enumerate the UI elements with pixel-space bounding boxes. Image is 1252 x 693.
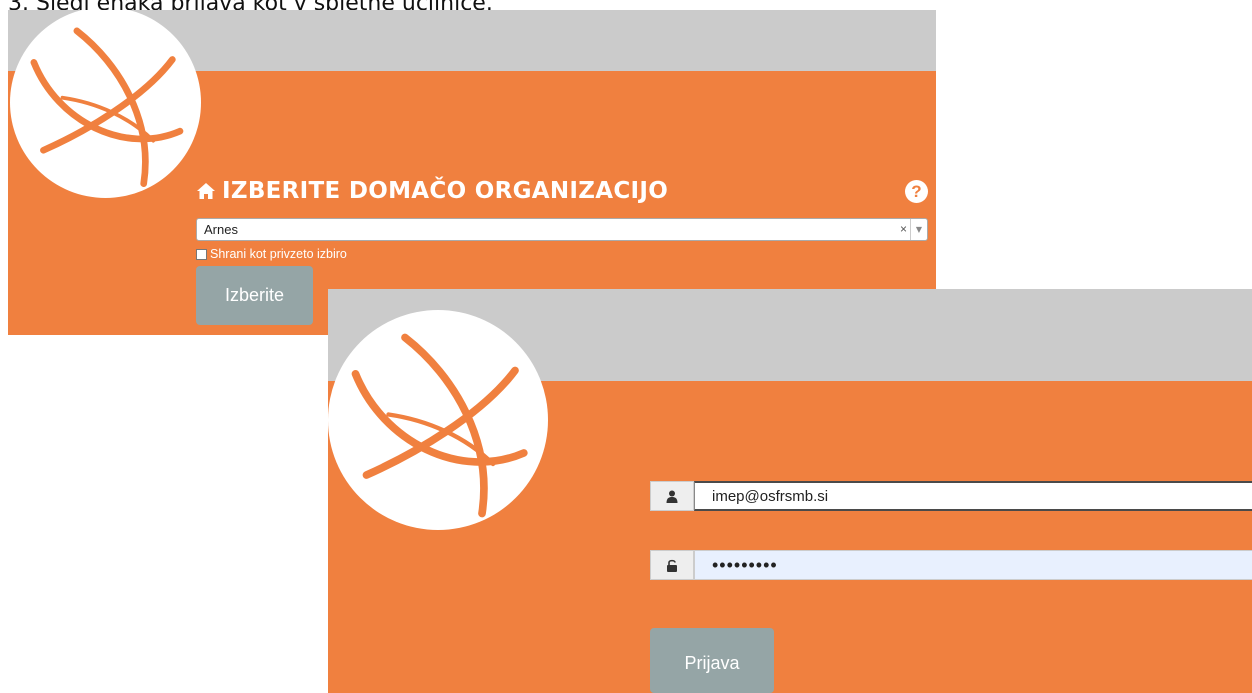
password-input[interactable]: ••••••••• <box>694 550 1252 580</box>
organization-select[interactable]: Arnes × ▼ <box>196 218 928 241</box>
select-button[interactable]: Izberite <box>196 266 313 325</box>
username-input[interactable]: imep@osfrsmb.si <box>694 481 1252 511</box>
remember-checkbox[interactable] <box>196 248 207 260</box>
star-arcs-logo-icon <box>351 333 528 518</box>
remember-choice[interactable]: Shrani kot privzeto izbiro <box>196 247 347 261</box>
page-title-text: IZBERITE DOMAČO ORGANIZACIJO <box>222 178 669 204</box>
logo-circle <box>10 10 201 198</box>
org-select-panel: IZBERITE DOMAČO ORGANIZACIJO ? Arnes × ▼… <box>8 10 936 335</box>
logo-circle <box>328 310 548 530</box>
chevron-down-icon[interactable]: ▼ <box>910 219 927 240</box>
page-title: IZBERITE DOMAČO ORGANIZACIJO <box>196 178 668 204</box>
username-addon <box>650 481 694 511</box>
star-arcs-logo-icon <box>30 27 184 188</box>
help-icon[interactable]: ? <box>905 180 928 203</box>
username-group: imep@osfrsmb.si <box>650 481 1252 511</box>
remember-label: Shrani kot privzeto izbiro <box>210 247 347 261</box>
login-button[interactable]: Prijava <box>650 628 774 693</box>
home-icon <box>197 183 215 199</box>
user-icon <box>666 490 678 503</box>
password-group: ••••••••• <box>650 550 1252 580</box>
organization-select-value: Arnes <box>204 222 238 237</box>
login-panel: imep@osfrsmb.si ••••••••• Prijava <box>328 289 1252 693</box>
clear-selection-icon[interactable]: × <box>900 222 907 236</box>
password-addon <box>650 550 694 580</box>
unlock-icon <box>667 559 677 572</box>
